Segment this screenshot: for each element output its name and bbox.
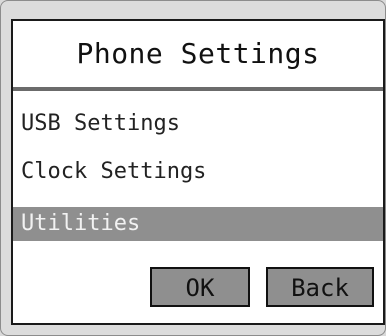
ok-button[interactable]: OK [150,267,250,307]
back-button[interactable]: Back [266,267,374,307]
page-title: Phone Settings [76,37,320,70]
device-bezel: Phone Settings USB Settings Clock Settin… [0,0,386,336]
menu-item-clock-settings[interactable]: Clock Settings [13,155,383,189]
title-divider [13,87,383,91]
settings-dialog: Phone Settings USB Settings Clock Settin… [11,19,385,325]
title-bar: Phone Settings [13,21,383,85]
button-row: OK Back [13,267,383,309]
menu-item-usb-settings[interactable]: USB Settings [13,107,383,141]
menu-item-utilities[interactable]: Utilities [13,207,383,241]
